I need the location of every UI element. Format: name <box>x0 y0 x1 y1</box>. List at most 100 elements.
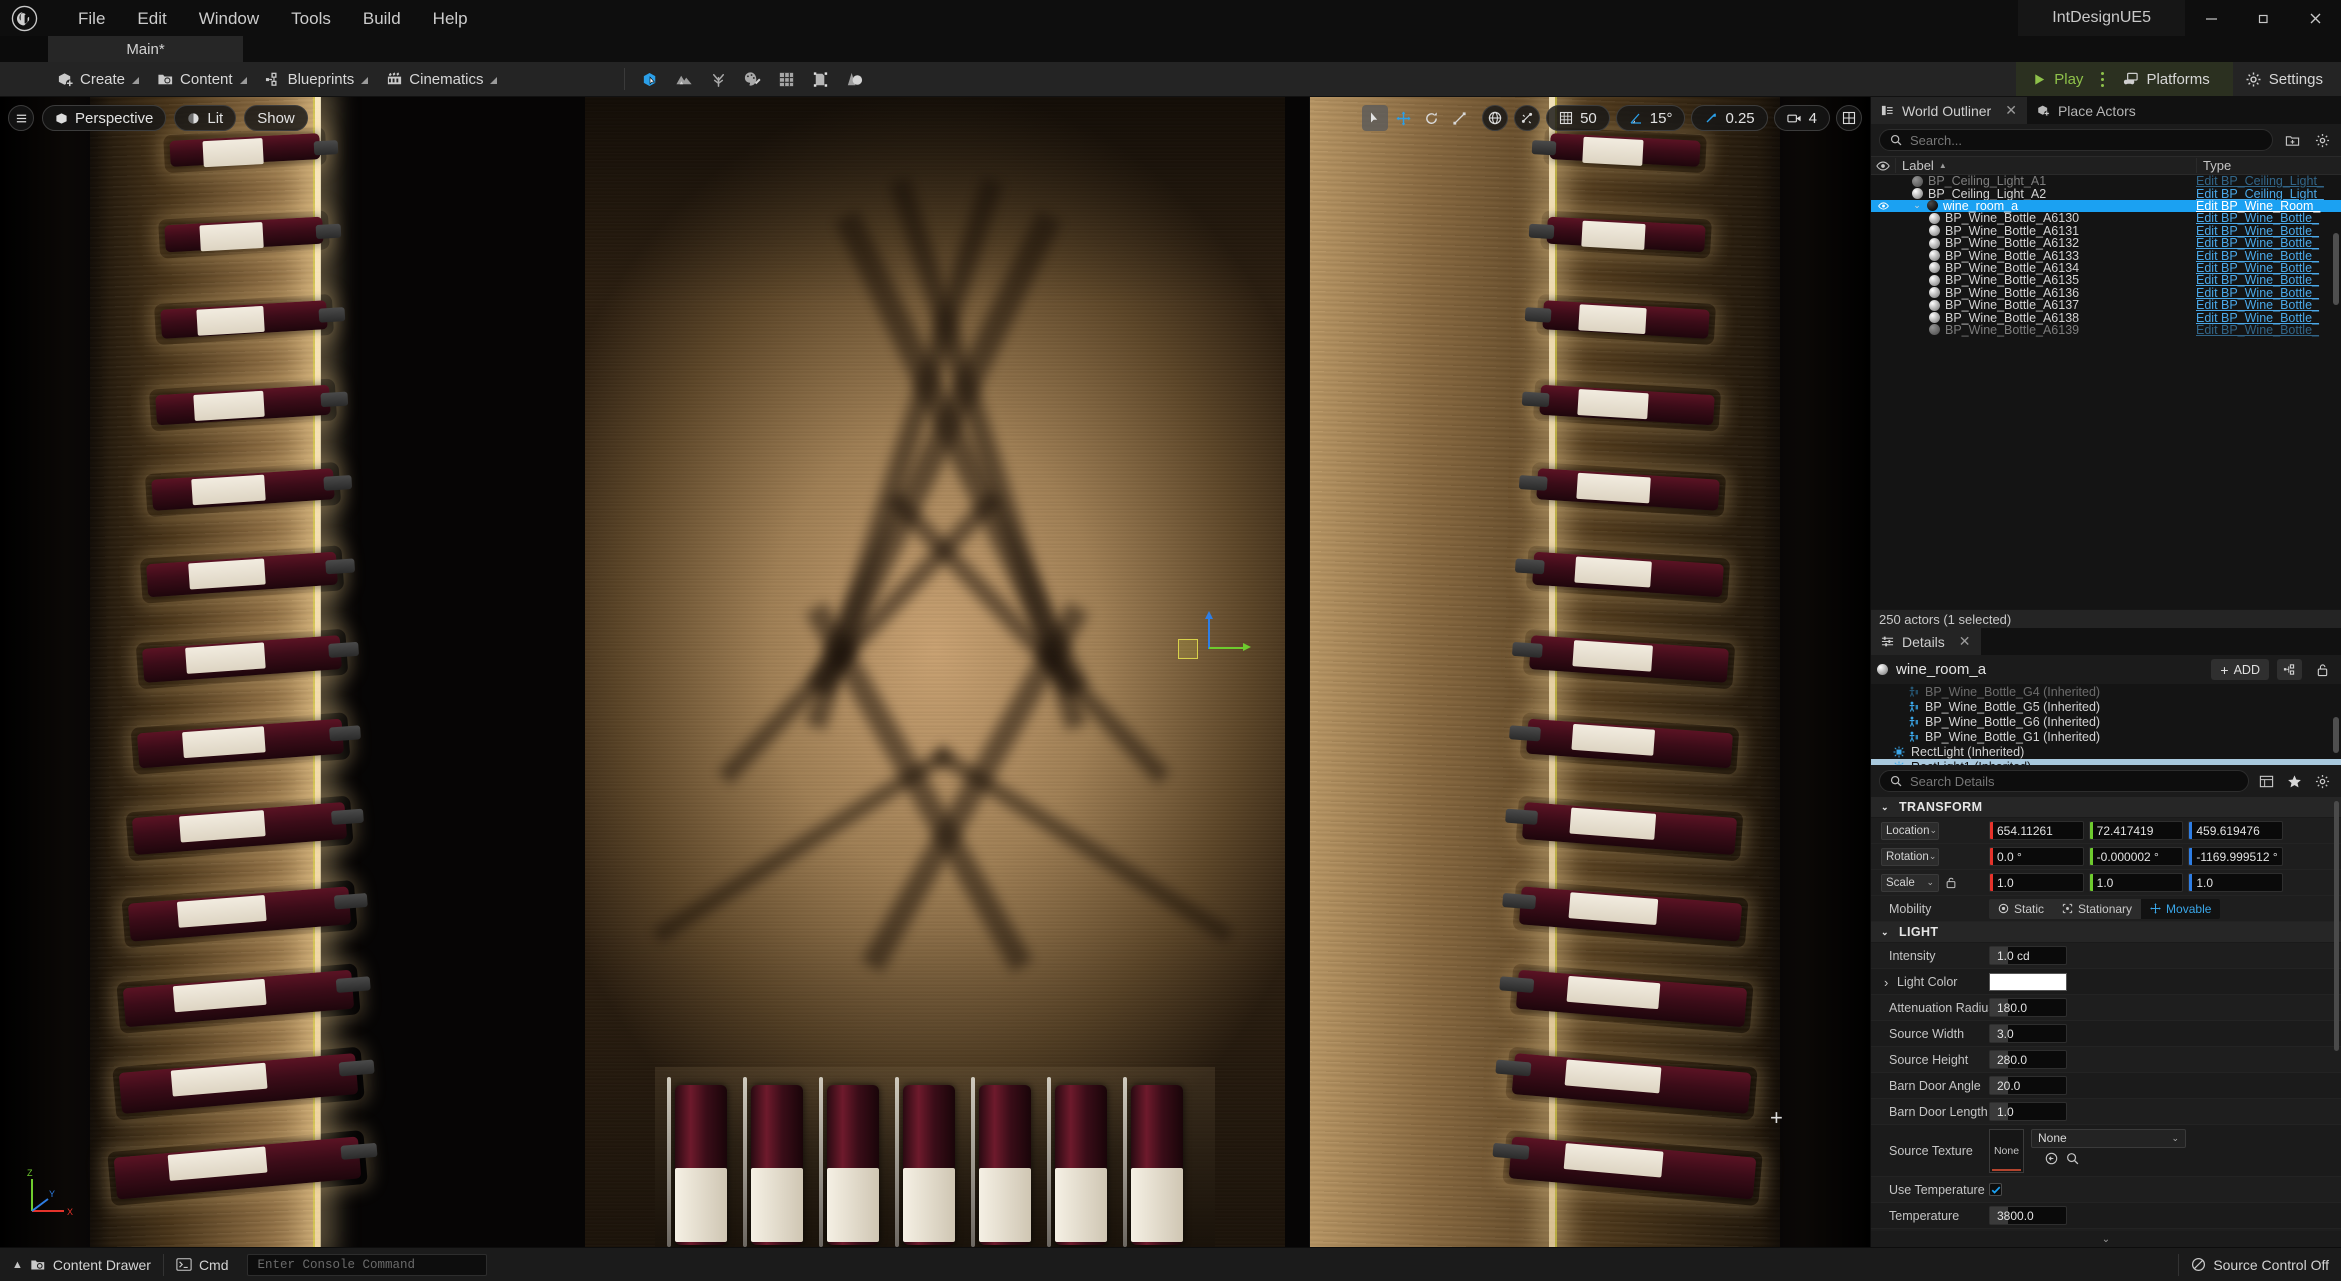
scale-tool-icon[interactable] <box>1446 105 1472 131</box>
grid-snap-control[interactable]: 50 <box>1546 105 1610 131</box>
show-flags-button[interactable]: Show <box>244 105 308 131</box>
details-scroll-down-arrow[interactable]: ⌄ <box>1871 1231 2341 1247</box>
component-row[interactable]: BP_Wine_Bottle_G6 (Inherited) <box>1871 714 2341 729</box>
lock-icon[interactable] <box>2310 659 2335 680</box>
create-button[interactable]: Create <box>48 65 148 93</box>
location-y-input[interactable]: 72.417419 <box>2088 821 2184 840</box>
blueprints-button[interactable]: Blueprints <box>256 65 378 93</box>
component-row[interactable]: RectLight (Inherited) <box>1871 744 2341 759</box>
new-folder-icon[interactable] <box>2281 129 2303 151</box>
mobility-stationary-option[interactable]: Stationary <box>2053 899 2141 919</box>
angle-snap-control[interactable]: 15° <box>1615 105 1686 131</box>
camera-perspective-button[interactable]: Perspective <box>42 105 167 131</box>
property-number-input[interactable]: 180.0 <box>1989 998 2067 1017</box>
menu-file[interactable]: File <box>62 6 121 31</box>
scale-y-input[interactable]: 1.0 <box>2088 873 2184 892</box>
viewport-options-icon[interactable] <box>8 105 34 131</box>
cinematics-button[interactable]: Cinematics <box>377 65 506 93</box>
tab-place-actors[interactable]: Place Actors <box>2026 97 2146 124</box>
settings-button[interactable]: Settings <box>2233 65 2335 93</box>
camera-speed-control[interactable]: 4 <box>1773 105 1830 131</box>
outliner-row[interactable]: ⌄ wine_room_a Edit BP_Wine_Room_ <box>1871 199 2341 213</box>
play-button[interactable]: Play <box>2022 65 2093 93</box>
favorites-star-icon[interactable] <box>2283 770 2305 792</box>
expand-chevron-icon[interactable]: › <box>1884 975 1888 989</box>
maximize-button[interactable] <box>2237 0 2289 36</box>
property-number-input[interactable]: 1.0 cd <box>1989 946 2067 965</box>
property-number-input[interactable]: 280.0 <box>1989 1050 2067 1069</box>
menu-build[interactable]: Build <box>347 6 417 31</box>
component-row[interactable]: RectLight1 (Inherited) <box>1871 759 2341 765</box>
menu-tools[interactable]: Tools <box>275 6 347 31</box>
outliner-row[interactable]: BP_Ceiling_Light_A2 Edit BP_Ceiling_Light… <box>1871 187 2341 201</box>
view-mode-button[interactable]: Lit <box>174 105 237 131</box>
outliner-row[interactable]: BP_Wine_Bottle_A6133 Edit BP_Wine_Bottle_ <box>1871 249 2341 263</box>
rotation-z-input[interactable]: -1169.999512 ° <box>2188 847 2284 866</box>
property-number-input[interactable]: 3800.0 <box>1989 1206 2067 1225</box>
unreal-logo-icon[interactable] <box>0 0 48 36</box>
outliner-row[interactable]: BP_Wine_Bottle_A6139 Edit BP_Wine_Bottle_ <box>1871 323 2341 337</box>
rotation-x-input[interactable]: 0.0 ° <box>1989 847 2084 866</box>
outliner-column-type[interactable]: Type <box>2196 158 2341 173</box>
outliner-row-type[interactable]: Edit BP_Wine_Bottle_ <box>2196 323 2341 337</box>
component-tree[interactable]: BP_Wine_Bottle_G4 (Inherited) BP_Wine_Bot… <box>1871 684 2341 765</box>
details-properties[interactable]: ⌄ TRANSFORM Location ⌄ 654.11261 72.4174… <box>1871 797 2341 1231</box>
outliner-row[interactable]: BP_Wine_Bottle_A6134 Edit BP_Wine_Bottle_ <box>1871 261 2341 275</box>
expand-chevron-icon[interactable]: ⌄ <box>1912 200 1922 211</box>
outliner-scrollbar[interactable] <box>2333 233 2339 305</box>
use-selected-asset-icon[interactable] <box>2045 1152 2058 1170</box>
platforms-button[interactable]: Platforms <box>2112 65 2226 93</box>
transform-section-header[interactable]: ⌄ TRANSFORM <box>1871 797 2341 818</box>
location-x-input[interactable]: 654.11261 <box>1989 821 2084 840</box>
brush-edit-mode-icon[interactable] <box>803 65 837 93</box>
component-row[interactable]: BP_Wine_Bottle_G5 (Inherited) <box>1871 699 2341 714</box>
menu-edit[interactable]: Edit <box>121 6 182 31</box>
blueprint-edit-icon[interactable] <box>2277 659 2302 680</box>
menu-help[interactable]: Help <box>417 6 484 31</box>
details-settings-gear-icon[interactable] <box>2311 770 2333 792</box>
scale-z-input[interactable]: 1.0 <box>2188 873 2284 892</box>
minimize-button[interactable] <box>2185 0 2237 36</box>
content-button[interactable]: Content <box>148 65 256 93</box>
mobility-movable-option[interactable]: Movable <box>2141 898 2221 919</box>
content-drawer-button[interactable]: ▲ Content Drawer <box>0 1248 163 1281</box>
outliner-row[interactable]: BP_Wine_Bottle_A6138 Edit BP_Wine_Bottle_ <box>1871 311 2341 325</box>
outliner-row[interactable]: BP_Ceiling_Light_A1 Edit BP_Ceiling_Light… <box>1871 175 2341 188</box>
level-viewport[interactable]: + Perspective Lit Show 50 15° 0.25 4 Z X… <box>0 97 1870 1247</box>
property-number-input[interactable]: 1.0 <box>1989 1102 2067 1121</box>
outliner-search-input[interactable]: Search... <box>1879 129 2273 151</box>
play-options-button[interactable] <box>2093 71 2112 87</box>
level-tab-main[interactable]: Main* <box>48 36 243 62</box>
asset-thumbnail[interactable]: None <box>1989 1128 2024 1173</box>
property-number-input[interactable]: 3.0 <box>1989 1024 2067 1043</box>
source-control-button[interactable]: Source Control Off <box>2179 1248 2341 1281</box>
cmd-button[interactable]: Cmd <box>164 1248 241 1281</box>
details-search-input[interactable]: Search Details <box>1879 770 2249 792</box>
menu-window[interactable]: Window <box>183 6 275 31</box>
component-row[interactable]: BP_Wine_Bottle_G4 (Inherited) <box>1871 684 2341 699</box>
console-command-input[interactable]: Enter Console Command <box>246 1253 487 1276</box>
outliner-column-label[interactable]: Label ▲ <box>1895 158 2196 173</box>
browse-asset-icon[interactable] <box>2066 1152 2079 1170</box>
select-mode-icon[interactable] <box>633 65 667 93</box>
translate-tool-icon[interactable] <box>1390 105 1416 131</box>
mesh-paint-mode-icon[interactable] <box>735 65 769 93</box>
source-texture-dropdown[interactable]: None ⌄ <box>2031 1128 2186 1148</box>
outliner-row[interactable]: BP_Wine_Bottle_A6131 Edit BP_Wine_Bottle_ <box>1871 224 2341 238</box>
world-coordinate-icon[interactable] <box>1482 105 1509 131</box>
scale-mode-dropdown[interactable]: Scale ⌄ <box>1881 873 1939 892</box>
outliner-row[interactable]: BP_Wine_Bottle_A6135 Edit BP_Wine_Bottle_ <box>1871 273 2341 287</box>
landscape-mode-icon[interactable] <box>667 65 701 93</box>
outliner-row[interactable]: BP_Wine_Bottle_A6136 Edit BP_Wine_Bottle_ <box>1871 286 2341 300</box>
property-number-input[interactable]: 20.0 <box>1989 1076 2067 1095</box>
rotate-tool-icon[interactable] <box>1418 105 1444 131</box>
select-tool-icon[interactable] <box>1362 105 1389 131</box>
modeling-mode-icon[interactable] <box>837 65 871 93</box>
scale-snap-control[interactable]: 0.25 <box>1691 105 1768 131</box>
light-section-header[interactable]: ⌄ LIGHT <box>1871 922 2341 943</box>
outliner-rows[interactable]: BP_Ceiling_Light_A1 Edit BP_Ceiling_Light… <box>1871 175 2341 609</box>
close-button[interactable] <box>2289 0 2341 36</box>
add-component-button[interactable]: + ADD <box>2211 659 2269 680</box>
fracture-mode-icon[interactable] <box>769 65 803 93</box>
row-visibility-icon[interactable] <box>1871 202 1895 210</box>
